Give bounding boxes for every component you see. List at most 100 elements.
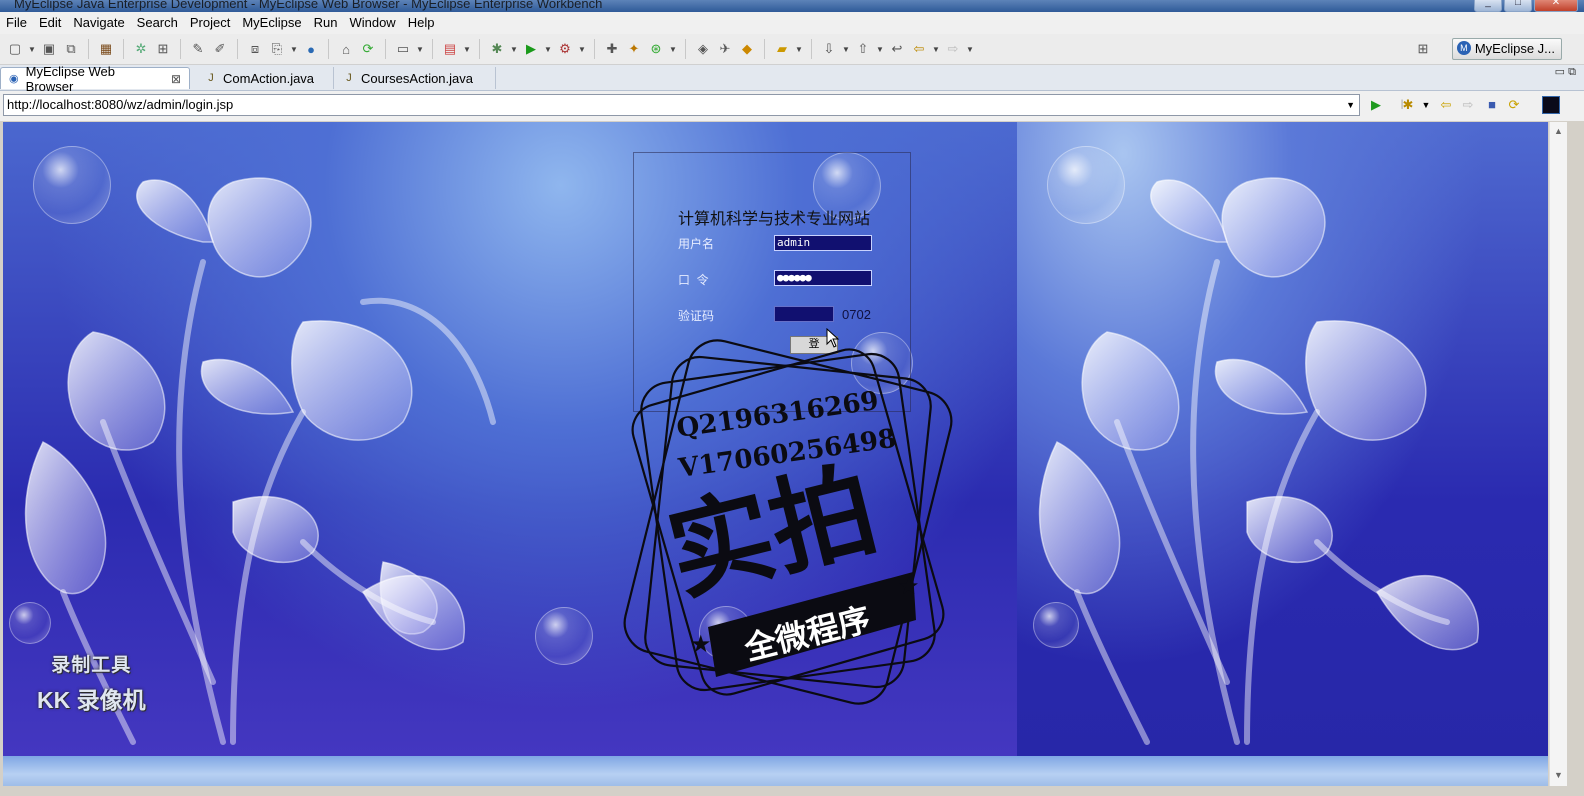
bubble-decoration [9, 602, 51, 644]
build-icon[interactable]: ✲ [132, 40, 150, 58]
menu-navigate[interactable]: Navigate [67, 12, 130, 34]
next-annotation-dropdown-icon[interactable]: ▼ [842, 40, 850, 58]
menu-myeclipse[interactable]: MyEclipse [236, 12, 307, 34]
forward-dropdown-icon[interactable]: ▼ [966, 40, 974, 58]
perspective-switcher[interactable]: M MyEclipse J... [1451, 38, 1562, 60]
bubble-decoration [1047, 146, 1125, 224]
watermark-stamp: Q2196316269 V17060256498 实拍 全微程序 ★ ★ [623, 339, 953, 705]
bubble-decoration [535, 607, 593, 665]
vertical-scrollbar[interactable]: ▲ ▼ [1549, 122, 1567, 786]
open-type-icon[interactable]: ⧈ [246, 40, 264, 58]
recorder-watermark: 录制工具 KK 录像机 [37, 650, 146, 715]
screen-icon[interactable]: ▭ [394, 40, 412, 58]
run-dropdown-icon[interactable]: ▼ [544, 40, 552, 58]
external-tools-icon[interactable]: ⚙ [556, 40, 574, 58]
star-icon: ★ [690, 631, 712, 658]
window-title: MyEclipse Java Enterprise Development - … [14, 0, 603, 11]
task-icon[interactable]: ◆ [738, 40, 756, 58]
url-history-dropdown-icon[interactable]: ▼ [1346, 95, 1355, 115]
open-dropdown-icon[interactable]: ▼ [290, 40, 298, 58]
browser-globe-icon: ◉ [9, 73, 19, 85]
prev-annotation-icon[interactable]: ⇧ [854, 40, 872, 58]
prev-annotation-dropdown-icon[interactable]: ▼ [876, 40, 884, 58]
new-class-icon[interactable]: ✚ [603, 40, 621, 58]
save-icon[interactable]: ▣ [40, 40, 58, 58]
open-perspective-icon[interactable]: ◈ [694, 40, 712, 58]
scroll-up-icon[interactable]: ▲ [1554, 126, 1563, 136]
minimize-button[interactable]: _ [1474, 0, 1502, 12]
new-icon[interactable]: ▢ [6, 40, 24, 58]
browser-back-icon[interactable]: ⇦ [1438, 97, 1454, 113]
search-tool-icon[interactable]: ✈ [716, 40, 734, 58]
debug-icon[interactable]: ✱ [488, 40, 506, 58]
screen-dropdown-icon[interactable]: ▼ [416, 40, 424, 58]
menu-bar: File Edit Navigate Search Project MyEcli… [0, 12, 1584, 34]
report-dropdown-icon[interactable]: ▼ [463, 40, 471, 58]
perspective-label: MyEclipse J... [1474, 41, 1555, 56]
menu-project[interactable]: Project [184, 12, 236, 34]
next-annotation-icon[interactable]: ⇩ [820, 40, 838, 58]
new-dropdown-icon[interactable]: ▼ [28, 40, 36, 58]
close-tab-icon[interactable]: ⊠ [171, 72, 181, 86]
tab-coursesaction-java[interactable]: J CoursesAction.java [336, 67, 496, 89]
url-input[interactable]: http://localhost:8080/wz/admin/login.jsp… [3, 94, 1360, 116]
go-icon[interactable]: ▶ [1368, 97, 1384, 113]
star-icon: ★ [898, 573, 920, 600]
tab-myeclipse-web-browser[interactable]: ◉ MyEclipse Web Browser ⊠ [0, 64, 190, 94]
wizard-dropdown-icon[interactable]: ▼ [669, 40, 677, 58]
new-package-icon[interactable]: ✦ [625, 40, 643, 58]
browser-address-bar: http://localhost:8080/wz/admin/login.jsp… [0, 91, 1584, 121]
last-edit-icon[interactable]: ↩ [888, 40, 906, 58]
bookmarks-dropdown-icon[interactable]: ▼ [1418, 97, 1434, 113]
save-all-icon[interactable]: ⧉ [62, 40, 80, 58]
new-wizard-icon[interactable]: ⊛ [647, 40, 665, 58]
scroll-down-icon[interactable]: ▼ [1554, 770, 1563, 780]
browser-refresh-icon[interactable]: ⟳ [1506, 97, 1522, 113]
deploy-icon[interactable]: ⊞ [154, 40, 172, 58]
bubble-decoration [33, 146, 111, 224]
site-title: 计算机科学与技术专业网站 [678, 211, 871, 228]
back-icon[interactable]: ⇦ [910, 40, 928, 58]
menu-window[interactable]: Window [343, 12, 401, 34]
browser-forward-icon[interactable]: ⇨ [1460, 97, 1476, 113]
myeclipse-perspective-icon: M [1456, 41, 1471, 55]
stop-icon[interactable]: ■ [1484, 97, 1500, 113]
browser-page: 计算机科学与技术专业网站 用户名 admin 口 令 ●●●●●● 验证码 07… [3, 122, 1548, 786]
server-config-icon[interactable]: ✐ [211, 40, 229, 58]
view-controls: ▭ ⧉ [1555, 65, 1576, 79]
menu-search[interactable]: Search [131, 12, 184, 34]
tab-label: ComAction.java [223, 70, 315, 86]
tab-comaction-java[interactable]: J ComAction.java [198, 67, 334, 89]
report-icon[interactable]: ▤ [441, 40, 459, 58]
refresh-icon[interactable]: ⟳ [359, 40, 377, 58]
maximize-view-icon[interactable]: ⧉ [1568, 66, 1576, 78]
forward-icon[interactable]: ⇨ [944, 40, 962, 58]
menu-help[interactable]: Help [402, 12, 441, 34]
tab-label: CoursesAction.java [361, 70, 473, 86]
menu-file[interactable]: File [0, 12, 33, 34]
debug-dropdown-icon[interactable]: ▼ [510, 40, 518, 58]
bookmarks-icon[interactable]: ✱ [1400, 97, 1416, 113]
java-file-icon: J [208, 72, 214, 84]
open-resource-icon[interactable]: ⎘ [268, 40, 286, 58]
maximize-button[interactable]: □ [1504, 0, 1532, 12]
tab-label: MyEclipse Web Browser [25, 63, 116, 94]
console-icon[interactable] [1542, 96, 1560, 114]
main-toolbar: ▢ ▼ ▣ ⧉ ▦ ✲ ⊞ ✎ ✐ ⧈ ⎘ ▼ ● ⌂ ⟳ ▭ ▼ ▤ ▼ ✱ … [0, 34, 1584, 65]
server-icon[interactable]: ✎ [189, 40, 207, 58]
back-dropdown-icon[interactable]: ▼ [932, 40, 940, 58]
folder-icon[interactable]: ⌂ [337, 40, 355, 58]
external-dropdown-icon[interactable]: ▼ [578, 40, 586, 58]
run-icon[interactable]: ▶ [522, 40, 540, 58]
open-perspective-button-icon[interactable]: ⊞ [1414, 40, 1432, 58]
minimize-view-icon[interactable]: ▭ [1555, 66, 1565, 78]
open-folder-dropdown-icon[interactable]: ▼ [795, 40, 803, 58]
close-window-button[interactable]: ✕ [1534, 0, 1578, 12]
open-folder-icon[interactable]: ▰ [773, 40, 791, 58]
globe-icon[interactable]: ● [302, 40, 320, 58]
package-icon[interactable]: ▦ [97, 40, 115, 58]
bubble-decoration [1033, 602, 1079, 648]
menu-edit[interactable]: Edit [33, 12, 67, 34]
mouse-cursor-icon [826, 328, 840, 348]
menu-run[interactable]: Run [308, 12, 344, 34]
